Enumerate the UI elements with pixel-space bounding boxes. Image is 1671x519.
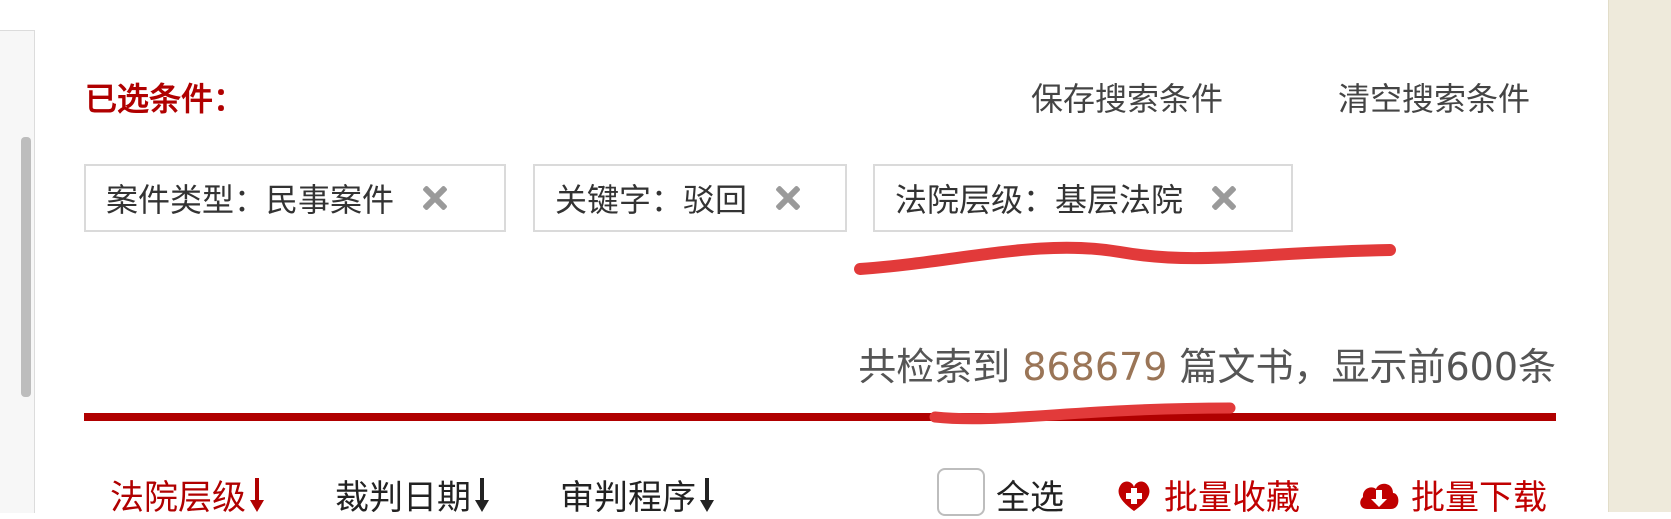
- clear-search-button[interactable]: 清空搜索条件: [1338, 74, 1530, 120]
- filter-chip-label: 案件类型：民事案件: [106, 181, 395, 219]
- filter-chip-case-type[interactable]: 案件类型：民事案件: [84, 164, 506, 232]
- selected-conditions-title: 已选条件：: [85, 80, 246, 118]
- annotation-underline-filter: [854, 241, 1396, 275]
- select-all-checkbox[interactable]: [937, 468, 985, 516]
- arrow-down-icon: [250, 478, 264, 518]
- section-divider: [84, 413, 1556, 421]
- heart-plus-icon: [1118, 481, 1150, 511]
- filter-chip-court-level[interactable]: 法院层级：基层法院: [873, 164, 1293, 232]
- arrow-down-icon: [475, 478, 489, 518]
- save-search-button[interactable]: 保存搜索条件: [1031, 74, 1223, 120]
- scrollbar-thumb[interactable]: [21, 137, 31, 397]
- close-icon[interactable]: [773, 183, 803, 213]
- close-icon[interactable]: [1209, 183, 1239, 213]
- arrow-down-icon: [700, 478, 714, 518]
- filter-chip-keyword[interactable]: 关键字：驳回: [533, 164, 847, 232]
- filter-chip-label: 法院层级：基层法院: [895, 181, 1184, 219]
- result-suffix: 篇文书，显示前600条: [1179, 345, 1556, 389]
- result-count: 868679: [1022, 345, 1168, 389]
- cloud-download-icon: [1360, 483, 1399, 509]
- result-prefix: 共检索到: [858, 345, 1011, 389]
- close-icon[interactable]: [420, 183, 450, 213]
- filter-chip-label: 关键字：驳回: [555, 181, 748, 219]
- right-sidebar-strip: [1608, 0, 1671, 512]
- result-summary: 共检索到 868679 篇文书，显示前600条: [858, 336, 1556, 391]
